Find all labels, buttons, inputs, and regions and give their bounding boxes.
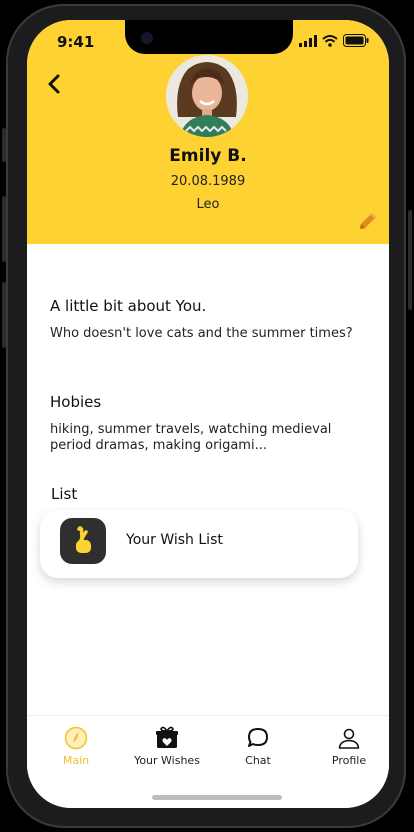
tab-chat[interactable]: Chat — [213, 724, 303, 774]
hobbies-text: hiking, summer travels, watching medieva… — [50, 422, 332, 453]
status-icons — [299, 34, 369, 47]
user-icon — [338, 728, 360, 749]
list-title: List — [51, 485, 78, 503]
back-button[interactable] — [43, 72, 67, 96]
about-text: Who doesn't love cats and the summer tim… — [50, 326, 353, 341]
tab-your-wishes-label: Your Wishes — [134, 754, 200, 767]
crossed-fingers-icon — [76, 526, 91, 553]
chevron-left-icon — [48, 74, 60, 94]
notch — [125, 20, 293, 54]
tab-your-wishes[interactable]: Your Wishes — [122, 724, 212, 774]
status-time: 9:41 — [57, 33, 95, 51]
pencil-icon — [360, 212, 376, 229]
wish-list-icon-box — [60, 518, 106, 564]
battery-icon — [343, 34, 369, 47]
tab-chat-label: Chat — [245, 754, 271, 767]
hobbies-title: Hobies — [50, 393, 102, 411]
edit-profile-button[interactable] — [357, 210, 379, 232]
compass-icon — [64, 726, 88, 750]
profile-zodiac-sign: Leo — [196, 197, 220, 212]
power-button — [408, 210, 412, 310]
tab-profile[interactable]: Profile — [304, 724, 389, 774]
volume-down-button — [2, 282, 6, 348]
chat-icon — [248, 728, 268, 747]
screen: 9:41 Emily B. 20.08.1989 Leo A little bi… — [27, 20, 389, 808]
wish-list-card[interactable]: Your Wish List — [40, 510, 358, 578]
wish-list-label: Your Wish List — [126, 532, 223, 548]
gift-icon — [156, 726, 178, 748]
about-title: A little bit about You. — [50, 297, 207, 315]
signal-icon — [299, 34, 317, 47]
volume-up-button — [2, 196, 6, 262]
avatar-photo — [166, 55, 248, 137]
home-indicator — [152, 795, 282, 800]
camera-icon — [141, 32, 153, 44]
avatar — [166, 55, 248, 137]
tab-profile-label: Profile — [331, 754, 367, 767]
profile-name: Emily B. — [169, 146, 247, 166]
mute-switch — [2, 128, 6, 162]
wifi-icon — [322, 34, 338, 47]
tab-main-label: Main — [62, 754, 90, 767]
profile-birthdate: 20.08.1989 — [170, 174, 246, 189]
profile-header: 9:41 Emily B. 20.08.1989 Leo — [27, 20, 389, 244]
tab-main[interactable]: Main — [31, 724, 121, 774]
